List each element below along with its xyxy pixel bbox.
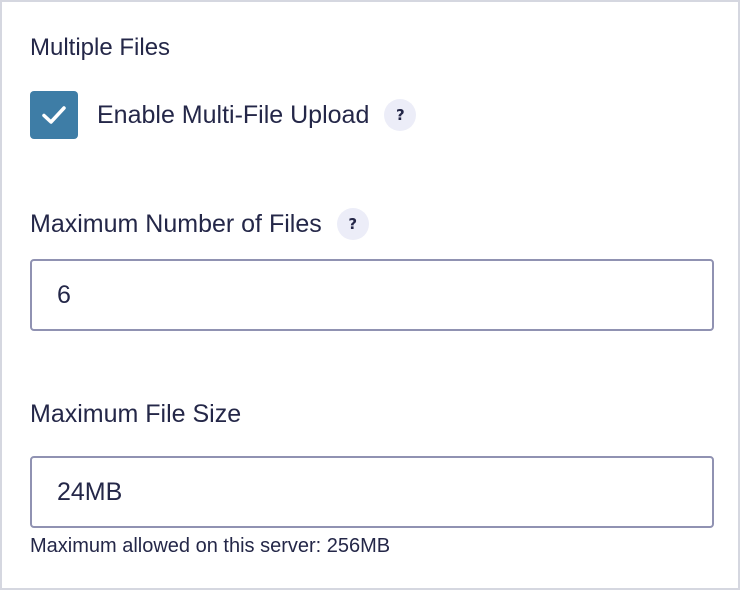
max-size-label-row: Maximum File Size xyxy=(30,399,241,429)
max-size-label: Maximum File Size xyxy=(30,400,242,428)
max-size-input[interactable] xyxy=(30,456,714,528)
max-size-hint: Maximum allowed on this server: 256MB xyxy=(30,535,391,557)
multi-upload-row: Enable Multi-File Upload ? xyxy=(30,91,417,139)
max-files-label-row: Maximum Number of Files ? xyxy=(30,208,369,240)
multi-upload-help-icon[interactable]: ? xyxy=(384,99,417,131)
multiple-files-panel: Multiple Files Enable Multi-File Upload … xyxy=(0,0,740,590)
section-title: Multiple Files xyxy=(30,34,171,61)
max-files-input[interactable] xyxy=(30,259,714,331)
check-icon xyxy=(42,106,66,124)
multi-upload-label[interactable]: Enable Multi-File Upload xyxy=(97,100,369,130)
max-files-label: Maximum Number of Files xyxy=(30,210,322,238)
multi-upload-checkbox[interactable] xyxy=(30,91,78,139)
max-files-help-icon[interactable]: ? xyxy=(336,208,369,240)
